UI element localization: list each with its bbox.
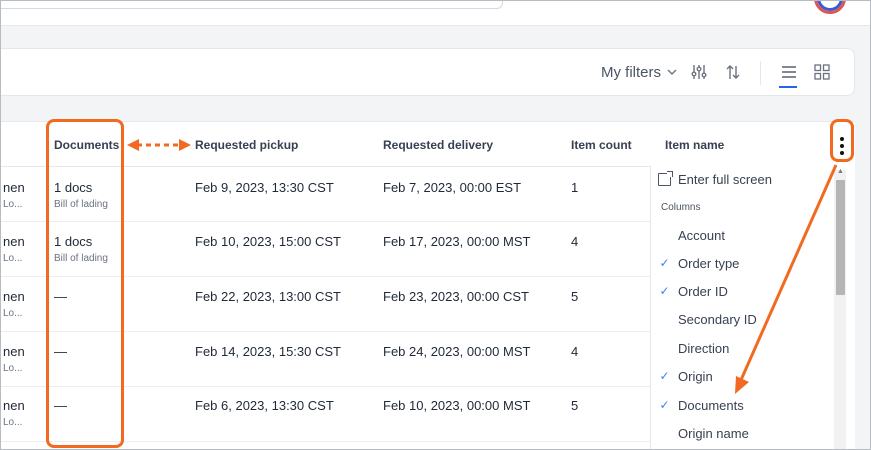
diagonal-arrow [735, 164, 838, 394]
annotation-arrows [127, 139, 838, 394]
double-arrow-dotted [127, 139, 191, 151]
